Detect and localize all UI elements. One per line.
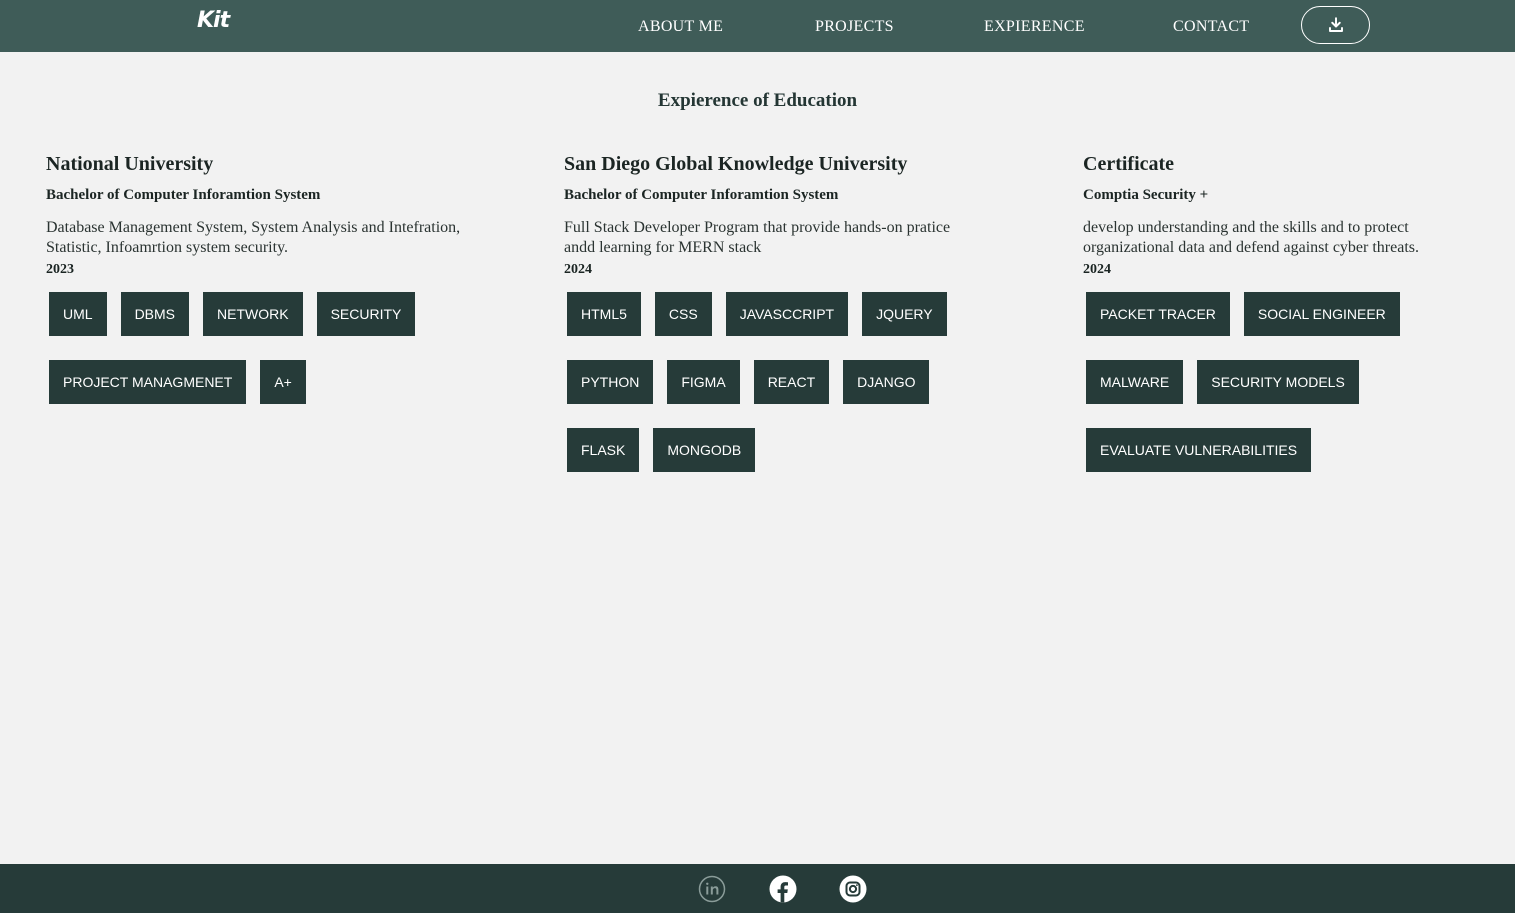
education-card-san-diego: San Diego Global Knowledge University Ba…: [564, 150, 1004, 496]
skill-tag[interactable]: HTML5: [567, 292, 641, 336]
skill-tag[interactable]: JAVASCCRIPT: [725, 292, 849, 336]
instagram-icon: [839, 875, 867, 903]
navbar: Kit ABOUT ME PROJECTS EXPIERENCE CONTACT: [0, 0, 1515, 52]
card-year: 2023: [46, 262, 74, 277]
card-title: National University: [46, 153, 214, 175]
tag-list: UML DBMS NETWORK SECURITY PROJECT MANAGM…: [46, 292, 486, 428]
skill-tag[interactable]: MALWARE: [1086, 360, 1184, 404]
card-year: 2024: [1083, 262, 1111, 277]
card-description: develop understanding and the skills and…: [1083, 219, 1420, 256]
skill-tag[interactable]: PYTHON: [567, 360, 654, 404]
card-description: Full Stack Developer Program that provid…: [564, 219, 951, 256]
skill-tag[interactable]: MONGODB: [653, 428, 756, 472]
facebook-icon: [769, 875, 797, 903]
skill-tag[interactable]: PROJECT MANAGMENET: [49, 360, 247, 404]
tag-list: HTML5 CSS JAVASCCRIPT JQUERY PYTHON FIGM…: [564, 292, 1004, 496]
nav-link-about-me[interactable]: ABOUT ME: [638, 18, 723, 36]
download-button[interactable]: [1301, 6, 1370, 44]
card-degree: Bachelor of Computer Inforamtion System: [46, 187, 321, 203]
skill-tag[interactable]: SECURITY MODELS: [1197, 360, 1359, 404]
skill-tag[interactable]: DBMS: [120, 292, 190, 336]
skill-tag[interactable]: NETWORK: [203, 292, 303, 336]
card-title: Certificate: [1083, 153, 1175, 175]
skill-tag[interactable]: SOCIAL ENGINEER: [1243, 292, 1400, 336]
nav-link-contact[interactable]: CONTACT: [1173, 18, 1249, 36]
skill-tag[interactable]: EVALUATE VULNERABILITIES: [1086, 428, 1312, 472]
skill-tag[interactable]: REACT: [753, 360, 830, 404]
linkedin-link[interactable]: [698, 875, 726, 903]
skill-tag[interactable]: DJANGO: [843, 360, 930, 404]
education-card-national-university: National University Bachelor of Computer…: [46, 150, 486, 428]
card-year: 2024: [564, 262, 592, 277]
page-title: Expierence of Education: [657, 90, 858, 111]
skill-tag[interactable]: FIGMA: [667, 360, 740, 404]
logo[interactable]: Kit: [197, 8, 230, 33]
card-title: San Diego Global Knowledge University: [564, 153, 908, 175]
skill-tag[interactable]: A+: [260, 360, 306, 404]
card-degree: Comptia Security +: [1083, 187, 1209, 203]
certificate-card: Certificate Comptia Security + develop u…: [1083, 150, 1515, 496]
skill-tag[interactable]: FLASK: [567, 428, 640, 472]
download-icon: [1328, 17, 1343, 32]
nav-link-experience[interactable]: EXPIERENCE: [984, 18, 1085, 36]
tag-list: PACKET TRACER SOCIAL ENGINEER MALWARE SE…: [1083, 292, 1515, 496]
facebook-link[interactable]: [769, 875, 797, 903]
footer: [0, 864, 1515, 913]
skill-tag[interactable]: JQUERY: [862, 292, 947, 336]
card-description: Database Management System, System Analy…: [46, 219, 461, 256]
skill-tag[interactable]: SECURITY: [316, 292, 416, 336]
linkedin-icon: [698, 875, 726, 903]
nav-link-projects[interactable]: PROJECTS: [815, 18, 894, 36]
skill-tag[interactable]: CSS: [654, 292, 712, 336]
skill-tag[interactable]: PACKET TRACER: [1086, 292, 1230, 336]
skill-tag[interactable]: UML: [49, 292, 107, 336]
card-degree: Bachelor of Computer Inforamtion System: [564, 187, 839, 203]
instagram-link[interactable]: [839, 875, 867, 903]
